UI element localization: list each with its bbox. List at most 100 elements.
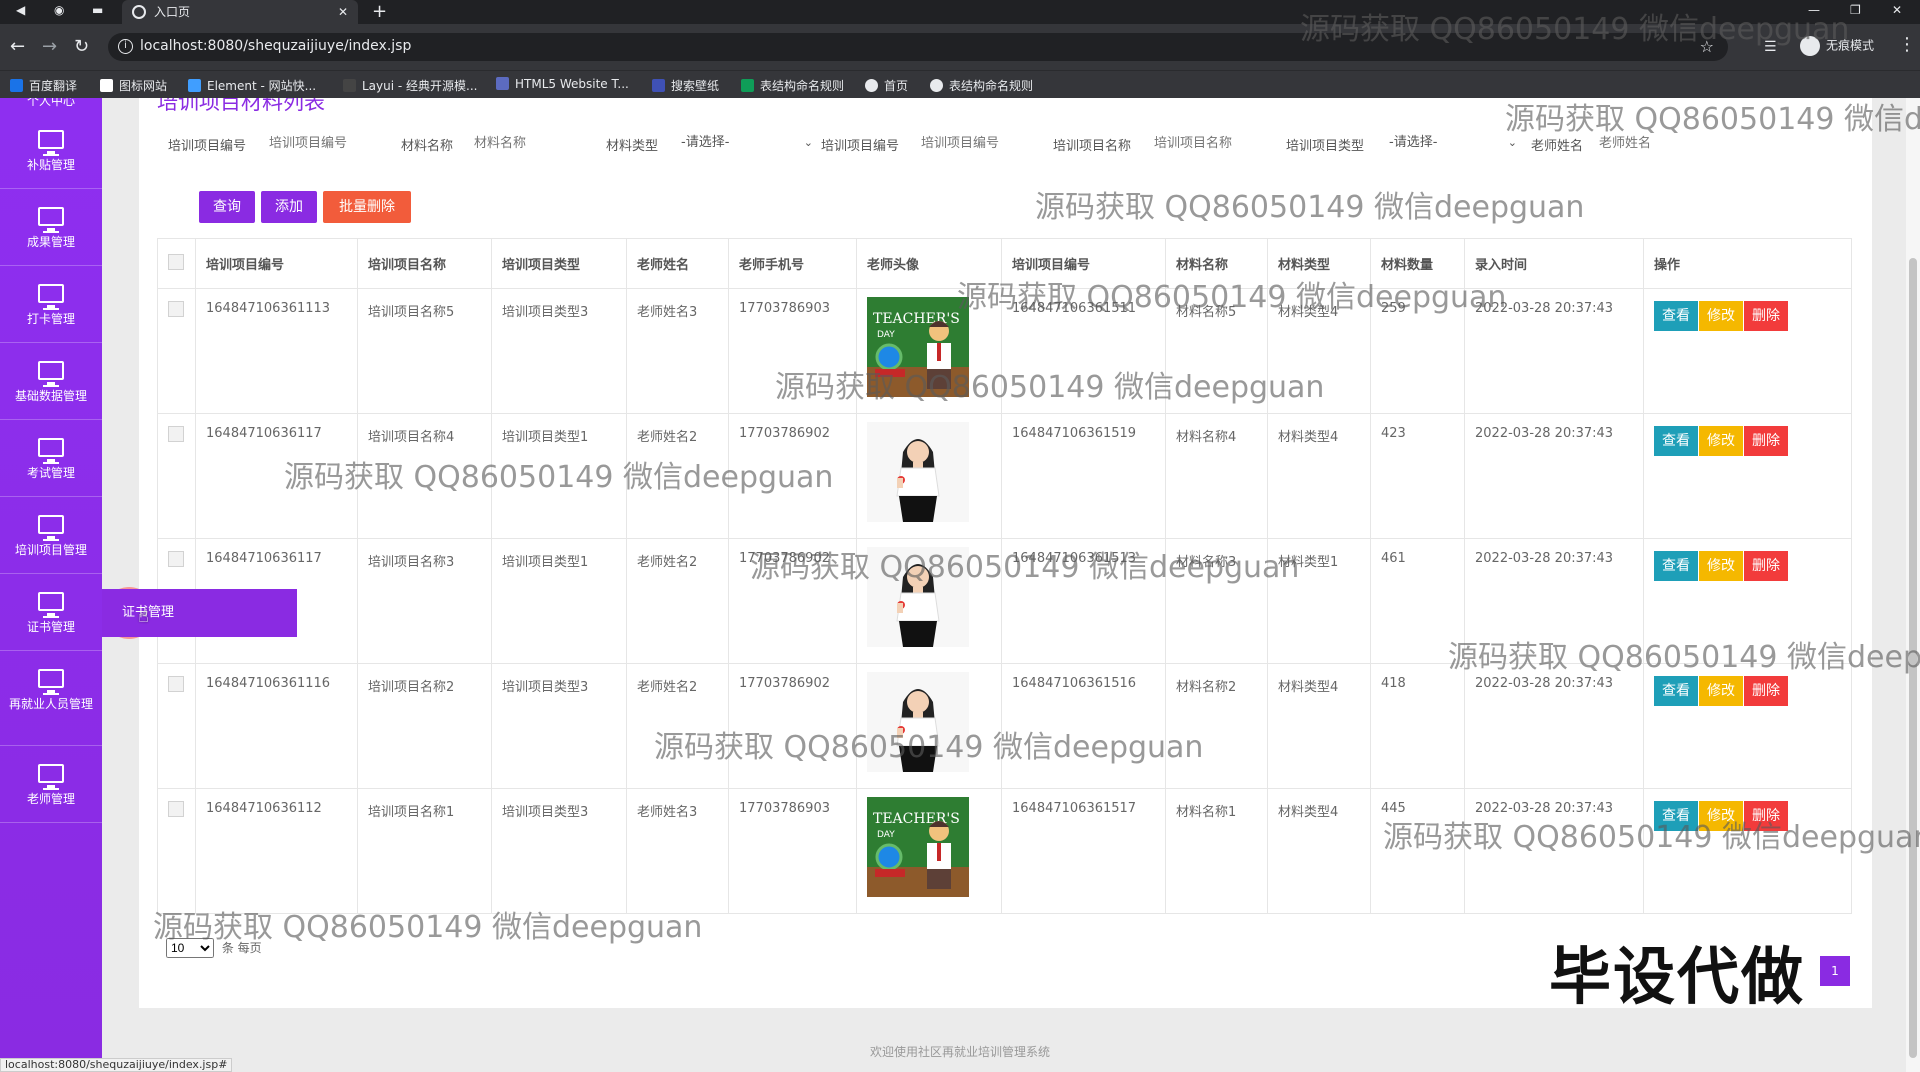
- material-type-select[interactable]: -请选择- ⌄: [679, 130, 813, 156]
- monitor-icon: [38, 130, 64, 156]
- delete-button[interactable]: 删除: [1744, 426, 1788, 456]
- address-bar[interactable]: i localhost:8080/shequzaijiuye/index.jsp…: [108, 33, 1728, 61]
- select-all-checkbox[interactable]: [168, 253, 184, 270]
- view-button[interactable]: 查看: [1654, 426, 1698, 456]
- pagination-size: 10 条 每页: [166, 938, 262, 958]
- cell-teacher: 老师姓名2: [626, 413, 729, 539]
- teacher-avatar-image: [867, 672, 969, 772]
- batch-delete-button[interactable]: 批量删除: [323, 191, 411, 223]
- window-icon[interactable]: ▬: [92, 3, 103, 17]
- close-window-icon[interactable]: ✕: [1892, 0, 1902, 20]
- browser-menu-icon[interactable]: ⋮: [1898, 34, 1916, 55]
- column-header: 录入时间: [1464, 238, 1644, 289]
- minimize-icon[interactable]: —: [1808, 0, 1820, 20]
- edit-button[interactable]: 修改: [1699, 301, 1743, 331]
- sidebar-item-checkin[interactable]: 打卡管理: [0, 266, 102, 343]
- sidebar-item-certificates[interactable]: 证书管理: [0, 574, 102, 651]
- view-button[interactable]: 查看: [1654, 551, 1698, 581]
- browser-tab-strip: ◀ ◉ ▬ 入口页 ✕ + — ❐ ✕: [0, 0, 1920, 24]
- browser-globe-icon[interactable]: ◉: [54, 3, 64, 17]
- row-checkbox[interactable]: [168, 801, 184, 817]
- sidebar-item-exams[interactable]: 考试管理: [0, 420, 102, 497]
- teacher-avatar-image: TEACHER'S DAY: [867, 797, 969, 897]
- add-button[interactable]: 添加: [261, 191, 317, 223]
- table-row: 164847106361116 培训项目名称2 培训项目类型3 老师姓名2 177037…: [157, 663, 1852, 789]
- project-type-select[interactable]: -请选择- ⌄: [1387, 130, 1517, 156]
- cell-project-type: 培训项目类型3: [491, 288, 627, 414]
- bookmark-item[interactable]: 搜索壁纸: [652, 77, 719, 94]
- cell-material-project-no: 164847106361516: [1001, 663, 1166, 789]
- row-checkbox[interactable]: [168, 301, 184, 317]
- edit-button[interactable]: 修改: [1699, 676, 1743, 706]
- sidebar-flyout[interactable]: 证书管理: [102, 589, 297, 637]
- teacher-name-input[interactable]: [1599, 130, 1699, 156]
- bookmark-item[interactable]: Element - 网站快...: [188, 77, 316, 94]
- cell-project-type: 培训项目类型1: [491, 413, 627, 539]
- filter-label: 培训项目编号: [821, 139, 900, 154]
- sidebar-item-subsidy[interactable]: 补贴管理: [0, 112, 102, 189]
- mouse-cursor-icon: ☝: [138, 606, 149, 627]
- sidebar-item-teachers[interactable]: 老师管理: [0, 746, 102, 823]
- edit-button[interactable]: 修改: [1699, 801, 1743, 831]
- sidebar-item-basic-data[interactable]: 基础数据管理: [0, 343, 102, 420]
- sidebar-item-achievements[interactable]: 成果管理: [0, 189, 102, 266]
- app-page: 个人中心 补贴管理 成果管理 打卡管理 基础数据管理 考试管理 培训项目管理 证…: [0, 98, 1920, 1072]
- table-row: 16484710636112 培训项目名称1 培训项目类型3 老师姓名3 1770378…: [157, 788, 1852, 914]
- bookmark-item[interactable]: 图标网站: [100, 77, 167, 94]
- delete-button[interactable]: 删除: [1744, 801, 1788, 831]
- cell-material-type: 材料类型4: [1267, 788, 1371, 914]
- page-size-select[interactable]: 10: [166, 938, 214, 958]
- brand-overlay: 毕设代做: [1549, 940, 1806, 1013]
- cell-project-type: 培训项目类型1: [491, 538, 627, 664]
- table-row: 16484710636117 培训项目名称3 培训项目类型1 老师姓名2 1770378…: [157, 538, 1852, 664]
- monitor-icon: [38, 669, 64, 695]
- bookmark-item[interactable]: 首页: [865, 77, 908, 94]
- bookmark-item[interactable]: 表结构命名规则: [741, 77, 844, 94]
- bookmark-star-icon[interactable]: ☆: [1700, 37, 1714, 56]
- forward-icon[interactable]: →: [42, 36, 57, 57]
- filter-label: 材料类型: [606, 139, 659, 154]
- query-button[interactable]: 查询: [199, 191, 255, 223]
- speaker-icon[interactable]: ◀: [16, 3, 25, 17]
- monitor-icon: [38, 207, 64, 233]
- project-name-input[interactable]: [1154, 130, 1264, 156]
- cell-material-type: 材料类型4: [1267, 663, 1371, 789]
- cell-project-name: 培训项目名称5: [357, 288, 492, 414]
- reading-list-icon[interactable]: ☰: [1764, 39, 1777, 55]
- row-checkbox[interactable]: [168, 551, 184, 567]
- row-checkbox[interactable]: [168, 676, 184, 692]
- back-icon[interactable]: ←: [10, 36, 25, 57]
- bookmark-item[interactable]: 表结构命名规则: [930, 77, 1033, 94]
- page-scrollbar[interactable]: [1906, 98, 1920, 1072]
- tab-close-icon[interactable]: ✕: [338, 0, 348, 24]
- delete-button[interactable]: 删除: [1744, 676, 1788, 706]
- restore-icon[interactable]: ❐: [1850, 0, 1861, 20]
- sidebar-item-profile[interactable]: 个人中心: [0, 98, 102, 112]
- sidebar-item-reemployed-people[interactable]: 再就业人员管理: [0, 651, 102, 746]
- project-no-input-2[interactable]: [921, 130, 1031, 156]
- new-tab-icon[interactable]: +: [372, 0, 387, 24]
- row-checkbox[interactable]: [168, 426, 184, 442]
- view-button[interactable]: 查看: [1654, 801, 1698, 831]
- bookmark-item[interactable]: 百度翻译: [10, 77, 77, 94]
- bookmark-item[interactable]: Layui - 经典开源模...: [343, 77, 477, 94]
- edit-button[interactable]: 修改: [1699, 426, 1743, 456]
- delete-button[interactable]: 删除: [1744, 301, 1788, 331]
- incognito-indicator[interactable]: 无痕模式: [1800, 36, 1874, 56]
- view-button[interactable]: 查看: [1654, 301, 1698, 331]
- bookmark-item[interactable]: HTML5 Website T...: [496, 77, 629, 91]
- material-name-input[interactable]: [474, 130, 574, 156]
- column-header: 老师头像: [856, 238, 1002, 289]
- scrollbar-thumb[interactable]: [1909, 258, 1917, 1058]
- delete-button[interactable]: 删除: [1744, 551, 1788, 581]
- browser-tab-active[interactable]: 入口页 ✕: [122, 0, 358, 24]
- reload-icon[interactable]: ↻: [74, 36, 89, 57]
- cell-material-type: 材料类型4: [1267, 413, 1371, 539]
- view-button[interactable]: 查看: [1654, 676, 1698, 706]
- page-number-current[interactable]: 1: [1820, 956, 1850, 986]
- site-info-icon[interactable]: i: [118, 39, 133, 54]
- sidebar-item-training-projects[interactable]: 培训项目管理: [0, 497, 102, 574]
- project-no-input[interactable]: [269, 130, 379, 156]
- cell-time: 2022-03-28 20:37:43: [1464, 413, 1644, 539]
- edit-button[interactable]: 修改: [1699, 551, 1743, 581]
